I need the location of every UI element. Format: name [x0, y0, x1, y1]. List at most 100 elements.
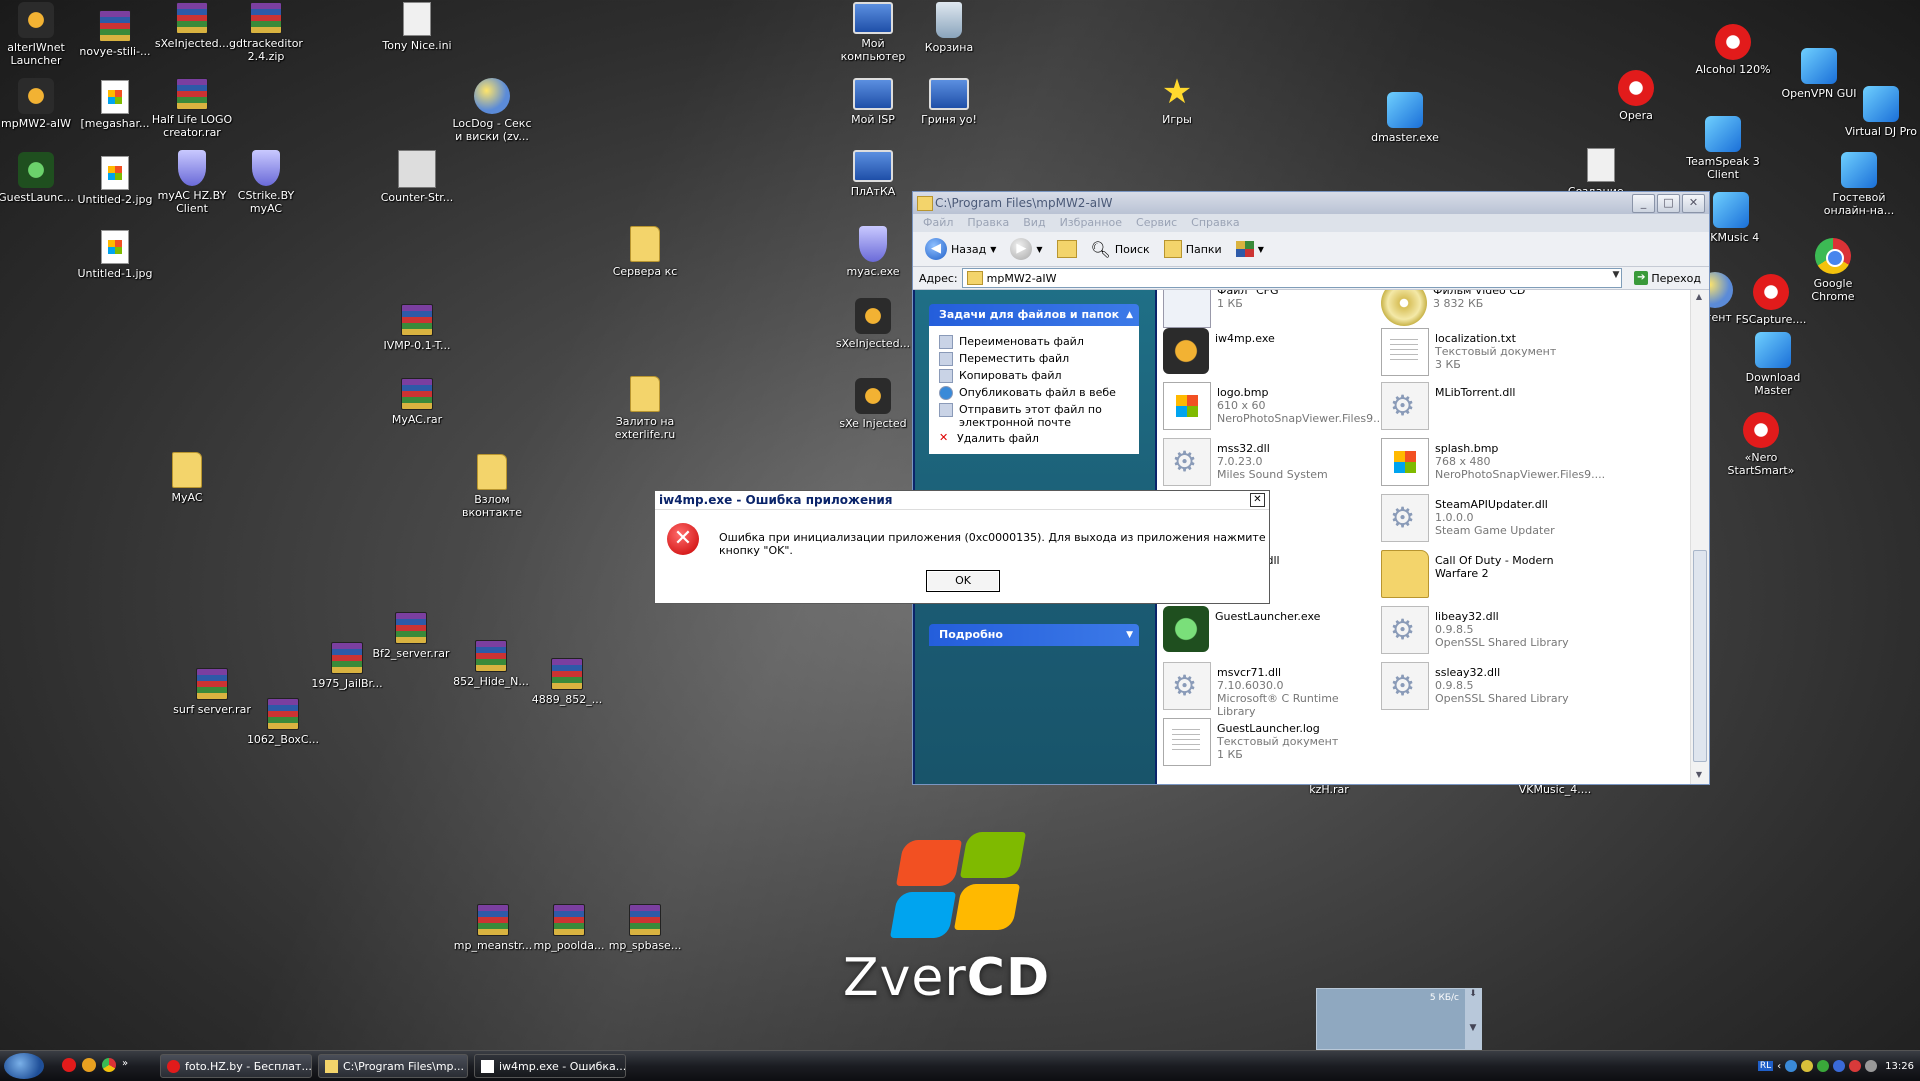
desktop-icon[interactable]: ★ Игры	[1136, 74, 1218, 126]
chevron-down-icon[interactable]: ▼	[1612, 270, 1619, 280]
desktop-icon[interactable]: 1062_BoxC...	[242, 698, 324, 746]
desktop-icon[interactable]: IVMP-0.1-T...	[376, 304, 458, 352]
network-tray-icon[interactable]	[1785, 1060, 1798, 1072]
desktop-icon[interactable]: mp_meanstr...	[452, 904, 534, 952]
chevron-left-icon[interactable]: ‹	[1777, 1061, 1781, 1072]
desktop-icon[interactable]: 4889_852_...	[526, 658, 608, 706]
tray-icon[interactable]	[1801, 1060, 1814, 1072]
details-header[interactable]: Подробно ▼	[929, 624, 1139, 646]
desktop-icon[interactable]: Virtual DJ Pro	[1840, 86, 1920, 138]
desktop-icon[interactable]: mp_spbase...	[604, 904, 686, 952]
minimize-button[interactable]: _	[1632, 194, 1655, 213]
desktop-icon[interactable]: Сервера кс	[604, 226, 686, 278]
chevron-down-icon[interactable]: ▼	[990, 245, 996, 254]
tray-icon[interactable]	[1817, 1060, 1830, 1072]
desktop-icon[interactable]: Tony Nice.ini	[376, 2, 458, 52]
opera-icon[interactable]	[62, 1058, 76, 1072]
chevron-down-icon[interactable]: ▼	[1126, 624, 1133, 646]
start-button[interactable]	[4, 1053, 44, 1079]
desktop-icon[interactable]: CStrike.BY myAC	[225, 150, 307, 215]
desktop-icon[interactable]: alterIWnet Launcher	[0, 2, 77, 67]
desktop-icon[interactable]: mp_poolda...	[528, 904, 610, 952]
desktop-icon[interactable]: Мой компьютер	[832, 2, 914, 63]
menu-help[interactable]: Справка	[1191, 214, 1239, 232]
desktop-icon[interactable]: Корзина	[908, 2, 990, 54]
ok-button[interactable]: OK	[926, 570, 1000, 592]
chevron-down-icon[interactable]: ▼	[1036, 245, 1042, 254]
menu-file[interactable]: Файл	[923, 214, 953, 232]
desktop-icon[interactable]: mpMW2-aIW	[0, 78, 77, 130]
go-button[interactable]: ➔ Переход	[1626, 271, 1709, 285]
desktop-icon[interactable]: Гриня yo!	[908, 78, 990, 126]
desktop-icon[interactable]: Counter-Str...	[376, 150, 458, 204]
file-item[interactable]: logo.bmp 610 x 60 NeroPhotoSnapViewer.File…	[1163, 382, 1387, 432]
file-item[interactable]: Файл "CFG" 1 КБ	[1163, 290, 1373, 330]
maximize-button[interactable]: □	[1657, 194, 1680, 213]
file-item[interactable]: GuestLauncher.exe	[1163, 606, 1373, 656]
scroll-down-icon[interactable]: ▼	[1693, 770, 1705, 782]
volume-icon[interactable]	[1865, 1060, 1878, 1072]
desktop-icon[interactable]: GuestLaunc...	[0, 152, 77, 204]
desktop-icon[interactable]: myac.exe	[832, 226, 914, 278]
desktop-icon[interactable]: [megashar...	[74, 80, 156, 130]
file-item[interactable]: Фильм Video CD 3 832 КБ	[1381, 290, 1591, 330]
task-delete[interactable]: ✕ Удалить файл	[939, 432, 1133, 446]
forward-button[interactable]: ▶ ▼	[1006, 236, 1046, 262]
search-button[interactable]: 🔍︎ Поиск	[1087, 238, 1154, 261]
file-item[interactable]: msvcr71.dll7.10.6030.0Microsoft® C Runti…	[1163, 662, 1373, 718]
desktop-icon[interactable]: 1975_JailBr...	[306, 642, 388, 690]
chevron-down-icon[interactable]: ▼	[1258, 245, 1264, 254]
desktop-icon[interactable]: LocDog - Секс и виски (zv...	[451, 78, 533, 143]
desktop-icon[interactable]: Гостевой онлайн-на...	[1818, 152, 1900, 217]
close-button[interactable]: ✕	[1682, 194, 1705, 213]
views-button[interactable]: ▼	[1232, 239, 1268, 259]
desktop-icon[interactable]: Untitled-2.jpg	[74, 156, 156, 206]
menu-edit[interactable]: Правка	[967, 214, 1009, 232]
menu-view[interactable]: Вид	[1023, 214, 1045, 232]
file-item[interactable]: Call Of Duty - Modern Warfare 2	[1381, 550, 1591, 600]
taskbar-button-explorer[interactable]: C:\Program Files\mp...	[318, 1054, 468, 1078]
back-button[interactable]: ◀ Назад ▼	[921, 236, 1000, 262]
file-item[interactable]: splash.bmp 768 x 480 NeroPhotoSnapViewer.F…	[1381, 438, 1605, 488]
meter-controls[interactable]: ⬇ ▼	[1465, 989, 1481, 1049]
desktop-icon[interactable]: 852_Hide_N...	[450, 640, 532, 688]
desktop-icon[interactable]: Opera	[1595, 70, 1677, 122]
task-publish[interactable]: Опубликовать файл в вебе	[939, 386, 1133, 400]
quick-launch-more-icon[interactable]: »	[122, 1058, 128, 1072]
dialog-titlebar[interactable]: iw4mp.exe - Ошибка приложения ✕	[655, 491, 1269, 510]
menu-tools[interactable]: Сервис	[1136, 214, 1177, 232]
address-input[interactable]: mpMW2-aIW ▼	[961, 268, 1623, 288]
desktop-icon[interactable]: ПлАтКА	[832, 150, 914, 198]
speed-meter-widget[interactable]: 5 КБ/с ⬇ ▼	[1316, 988, 1482, 1050]
desktop-icon[interactable]: MyAC.rar	[376, 378, 458, 426]
desktop-icon[interactable]: MyAC	[146, 452, 228, 504]
file-item[interactable]: mss32.dll7.0.23.0Miles Sound System	[1163, 438, 1373, 488]
desktop-icon[interactable]: novye-stili-...	[74, 10, 156, 58]
desktop-icon[interactable]: TeamSpeak 3 Client	[1682, 116, 1764, 181]
desktop-icon[interactable]: «Nero StartSmart»	[1720, 412, 1802, 477]
desktop-icon[interactable]: sXeInjected...	[832, 298, 914, 350]
desktop-icon[interactable]: FSCapture....	[1730, 274, 1812, 326]
desktop-icon[interactable]: Взлом вконтакте	[451, 454, 533, 519]
desktop-icon[interactable]: Half Life LOGO creator.rar	[151, 78, 233, 139]
chevron-up-icon[interactable]: ▲	[1126, 304, 1133, 326]
menu-favorites[interactable]: Избранное	[1060, 214, 1122, 232]
file-item[interactable]: SteamAPIUpdater.dll1.0.0.0Steam Game Upd…	[1381, 494, 1591, 544]
desktop-icon[interactable]: sXe Injected	[832, 378, 914, 430]
task-copy[interactable]: Копировать файл	[939, 369, 1133, 383]
file-item[interactable]: MLibTorrent.dll	[1381, 382, 1591, 432]
chevron-down-icon[interactable]: ▼	[1465, 1023, 1481, 1033]
task-rename[interactable]: Переименовать файл	[939, 335, 1133, 349]
desktop-icon[interactable]: surf server.rar	[171, 668, 253, 716]
tray-icon[interactable]	[1833, 1060, 1846, 1072]
desktop-icon[interactable]: dmaster.exe	[1364, 92, 1446, 144]
alcohol-icon[interactable]	[82, 1058, 96, 1072]
file-item[interactable]: iw4mp.exe	[1163, 328, 1373, 378]
file-item[interactable]: ssleay32.dll0.9.8.5OpenSSL Shared Librar…	[1381, 662, 1591, 712]
explorer-window[interactable]: C:\Program Files\mpMW2-aIW _ □ ✕ Файл Пр…	[912, 191, 1710, 785]
desktop-icon[interactable]: Залито на exterlife.ru	[604, 376, 686, 441]
up-button[interactable]	[1053, 238, 1081, 260]
desktop-icon[interactable]: Download Master	[1732, 332, 1814, 397]
close-icon[interactable]: ✕	[1250, 493, 1265, 507]
explorer-titlebar[interactable]: C:\Program Files\mpMW2-aIW _ □ ✕	[913, 192, 1709, 214]
